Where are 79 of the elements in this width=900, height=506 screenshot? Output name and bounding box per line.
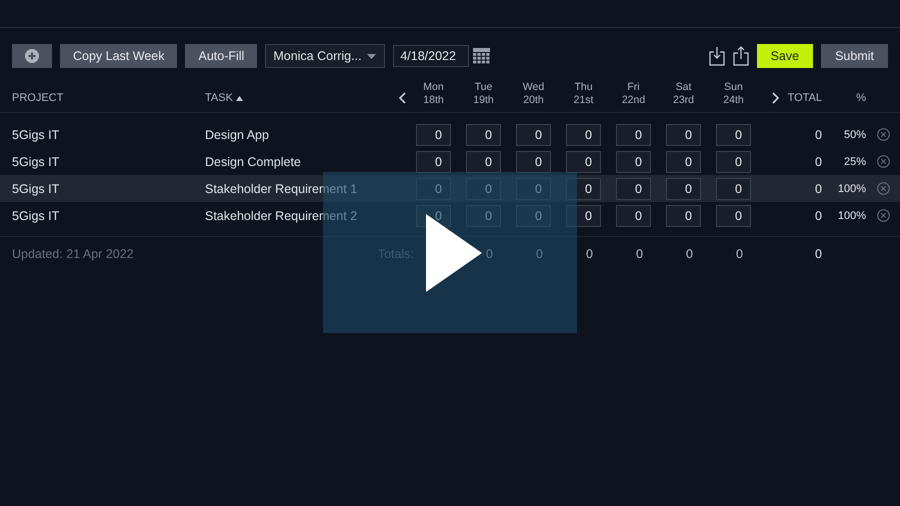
table-row[interactable]: 5Gigs IT Design Complete 0 0 0 0 0 0 0 0 25%: [0, 148, 900, 175]
hours-field[interactable]: 0: [616, 124, 651, 146]
project-cell-text: 5Gigs IT: [12, 154, 60, 168]
day-header: Mon 18th: [422, 81, 445, 107]
day-total: 0: [586, 247, 593, 261]
hours-field[interactable]: 0: [616, 178, 651, 200]
hours-field[interactable]: 0: [466, 150, 501, 172]
percent-cell: 100%: [838, 210, 866, 222]
plus-circle-icon: [25, 49, 39, 63]
hours-field[interactable]: 0: [666, 150, 701, 172]
day-total: 0: [736, 247, 743, 261]
add-button[interactable]: [12, 44, 52, 68]
hours-field[interactable]: 0: [466, 124, 501, 146]
percent-cell: 100%: [838, 182, 866, 194]
task-header[interactable]: TASK: [205, 92, 388, 104]
remove-icon[interactable]: [876, 182, 890, 195]
hours-field[interactable]: 0: [416, 124, 451, 146]
hours-field[interactable]: 0: [516, 150, 551, 172]
caret-icon: [367, 54, 376, 58]
hours-field[interactable]: 0: [566, 178, 601, 200]
copy-last-week-button[interactable]: Copy Last Week: [60, 44, 178, 68]
date-field[interactable]: 4/18/2022: [393, 45, 470, 67]
hours-field[interactable]: 0: [416, 150, 451, 172]
hours-field[interactable]: 0: [566, 150, 601, 172]
day-total: 0: [636, 247, 643, 261]
project-header: PROJECT: [12, 92, 64, 104]
table-row[interactable]: 5Gigs IT Design App 0 0 0 0 0 0 0 0 50%: [0, 121, 900, 148]
day-total: 0: [686, 247, 693, 261]
download-icon[interactable]: [708, 46, 725, 66]
save-button[interactable]: Save: [756, 44, 814, 68]
hours-field[interactable]: 0: [716, 178, 751, 200]
hours-field[interactable]: 0: [666, 204, 701, 226]
hours-field[interactable]: 0: [716, 204, 751, 226]
day-header: Fri 22nd: [620, 81, 646, 107]
calendar-icon[interactable]: [473, 48, 490, 64]
upload-icon[interactable]: [732, 46, 749, 66]
remove-icon[interactable]: [876, 128, 890, 141]
hours-field[interactable]: 0: [616, 150, 651, 172]
project-cell-text: 5Gigs IT: [12, 128, 60, 142]
percent-header: %: [856, 92, 866, 104]
hours-field[interactable]: 0: [666, 124, 701, 146]
total-cell: 0: [815, 128, 822, 142]
total-cell: 0: [815, 182, 822, 196]
project-cell-text: 5Gigs IT: [12, 208, 60, 222]
percent-cell: 25%: [844, 156, 866, 168]
task-cell-text: Design Complete: [205, 154, 302, 168]
hours-field[interactable]: 0: [716, 150, 751, 172]
percent-cell: 50%: [844, 128, 866, 140]
task-cell-text: Design App: [205, 128, 270, 142]
day-header: Sun 24th: [722, 81, 745, 107]
previous-week-icon[interactable]: [398, 92, 406, 104]
day-total: 0: [536, 247, 543, 261]
hours-field[interactable]: 0: [716, 124, 751, 146]
updated-date: Updated: 21 Apr 2022: [12, 247, 135, 261]
task-cell-text: Stakeholder Requirement 2: [205, 208, 358, 222]
day-header: Sat 23rd: [672, 81, 695, 107]
remove-icon[interactable]: [876, 209, 890, 222]
remove-icon[interactable]: [876, 155, 890, 168]
submit-button[interactable]: Submit: [821, 44, 888, 68]
day-header: Tue 19th: [472, 81, 495, 107]
hours-field[interactable]: 0: [666, 178, 701, 200]
table-row[interactable]: 5Gigs IT Stakeholder Requirement 2 0 0 0 0 0 0 0 0 100%: [0, 202, 900, 229]
total-header: TOTAL: [788, 92, 822, 104]
hours-field[interactable]: 0: [516, 124, 551, 146]
hours-field[interactable]: 0: [566, 204, 601, 226]
hours-field[interactable]: 0: [566, 124, 601, 146]
task-cell-text: Stakeholder Requirement 1: [205, 182, 358, 196]
hours-field[interactable]: 0: [616, 204, 651, 226]
employee-dropdown[interactable]: Monica Corrig...: [265, 44, 386, 68]
total-cell: 0: [815, 154, 822, 168]
auto-fill-button[interactable]: Auto-Fill: [185, 44, 258, 68]
day-header: Wed 20th: [522, 81, 546, 107]
day-header: Thu 21st: [572, 81, 594, 107]
grand-total: 0: [815, 247, 822, 261]
table-row[interactable]: 5Gigs IT Stakeholder Requirement 1 0 0 0 0 0 0 0 0 100%: [0, 175, 900, 202]
project-cell-text: 5Gigs IT: [12, 182, 60, 196]
day-total: 0: [486, 247, 493, 261]
next-week-icon[interactable]: [772, 92, 780, 104]
total-cell: 0: [815, 208, 822, 222]
